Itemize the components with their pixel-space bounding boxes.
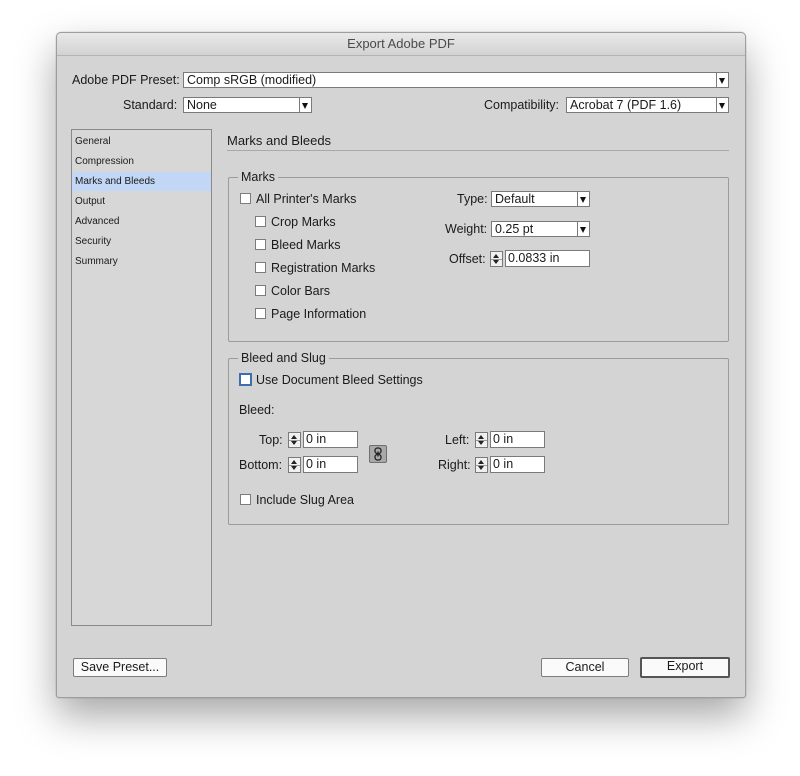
all-printers-marks-checkbox[interactable] [240,193,251,204]
preset-select[interactable]: Comp sRGB (modified) [183,72,729,88]
compatibility-label: Compatibility: [484,98,560,112]
sidebar-item-marks-and-bleeds[interactable]: Marks and Bleeds [72,172,211,191]
bleed-label: Bleed: [239,403,275,417]
chevron-down-icon [716,73,728,87]
sidebar-item-general[interactable]: General [72,132,211,151]
category-list: General Compression Marks and Bleeds Out… [71,129,212,626]
color-bars-checkbox[interactable] [255,285,266,296]
sidebar-item-output[interactable]: Output [72,192,211,211]
arrow-down-icon [493,260,499,264]
section-divider [227,150,729,151]
top-input[interactable]: 0 in [303,431,358,448]
preset-value: Comp sRGB (modified) [187,73,317,87]
save-preset-button[interactable]: Save Preset... [73,658,167,677]
bleed-slug-legend: Bleed and Slug [238,351,329,365]
standard-label: Standard: [123,98,178,112]
weight-label: Weight: [445,222,488,236]
arrow-up-icon [291,460,297,464]
chevron-down-icon [716,98,728,112]
link-icon[interactable] [369,445,387,463]
chevron-down-icon [299,98,311,112]
top-stepper[interactable] [288,432,301,448]
type-label: Type: [457,192,488,206]
use-document-bleed-label: Use Document Bleed Settings [256,373,423,387]
color-bars-label: Color Bars [271,284,331,298]
right-label: Right: [438,458,471,472]
right-input[interactable]: 0 in [490,456,545,473]
registration-marks-checkbox[interactable] [255,262,266,273]
weight-select[interactable]: 0.25 pt [491,221,590,237]
arrow-down-icon [478,466,484,470]
window-title: Export Adobe PDF [57,33,745,56]
arrow-down-icon [478,441,484,445]
offset-stepper[interactable] [490,251,503,267]
top-label: Top: [259,433,283,447]
section-title: Marks and Bleeds [227,133,332,148]
include-slug-checkbox[interactable] [240,494,251,505]
arrow-up-icon [291,435,297,439]
right-stepper[interactable] [475,457,488,473]
compatibility-select[interactable]: Acrobat 7 (PDF 1.6) [566,97,729,113]
include-slug-label: Include Slug Area [256,493,354,507]
registration-marks-label: Registration Marks [271,261,376,275]
arrow-up-icon [478,435,484,439]
crop-marks-label: Crop Marks [271,215,336,229]
page-information-label: Page Information [271,307,367,321]
standard-select[interactable]: None [183,97,312,113]
arrow-down-icon [291,441,297,445]
crop-marks-checkbox[interactable] [255,216,266,227]
type-value: Default [495,192,535,206]
preset-label: Adobe PDF Preset: [72,73,180,87]
compatibility-value: Acrobat 7 (PDF 1.6) [570,98,682,112]
bleed-marks-label: Bleed Marks [271,238,341,252]
bottom-stepper[interactable] [288,457,301,473]
marks-legend: Marks [238,170,279,184]
arrow-down-icon [291,466,297,470]
left-label: Left: [445,433,470,447]
weight-value: 0.25 pt [495,222,534,236]
offset-label: Offset: [449,252,486,266]
bleed-marks-checkbox[interactable] [255,239,266,250]
left-input[interactable]: 0 in [490,431,545,448]
type-select[interactable]: Default [491,191,590,207]
sidebar-item-compression[interactable]: Compression [72,152,211,171]
all-printers-marks-label: All Printer's Marks [256,192,357,206]
cancel-button[interactable]: Cancel [541,658,629,677]
sidebar-item-advanced[interactable]: Advanced [72,212,211,231]
offset-input[interactable]: 0.0833 in [505,250,590,267]
left-stepper[interactable] [475,432,488,448]
chevron-down-icon [577,222,589,236]
arrow-up-icon [478,460,484,464]
standard-value: None [187,98,217,112]
bottom-input[interactable]: 0 in [303,456,358,473]
sidebar-item-security[interactable]: Security [72,232,211,251]
chevron-down-icon [577,192,589,206]
sidebar-item-summary[interactable]: Summary [72,252,211,271]
bottom-label: Bottom: [239,458,283,472]
export-pdf-dialog: Export Adobe PDF Adobe PDF Preset: Comp … [56,32,746,698]
use-document-bleed-checkbox[interactable] [239,373,252,386]
page-information-checkbox[interactable] [255,308,266,319]
arrow-up-icon [493,254,499,258]
export-button[interactable]: Export [640,657,730,678]
